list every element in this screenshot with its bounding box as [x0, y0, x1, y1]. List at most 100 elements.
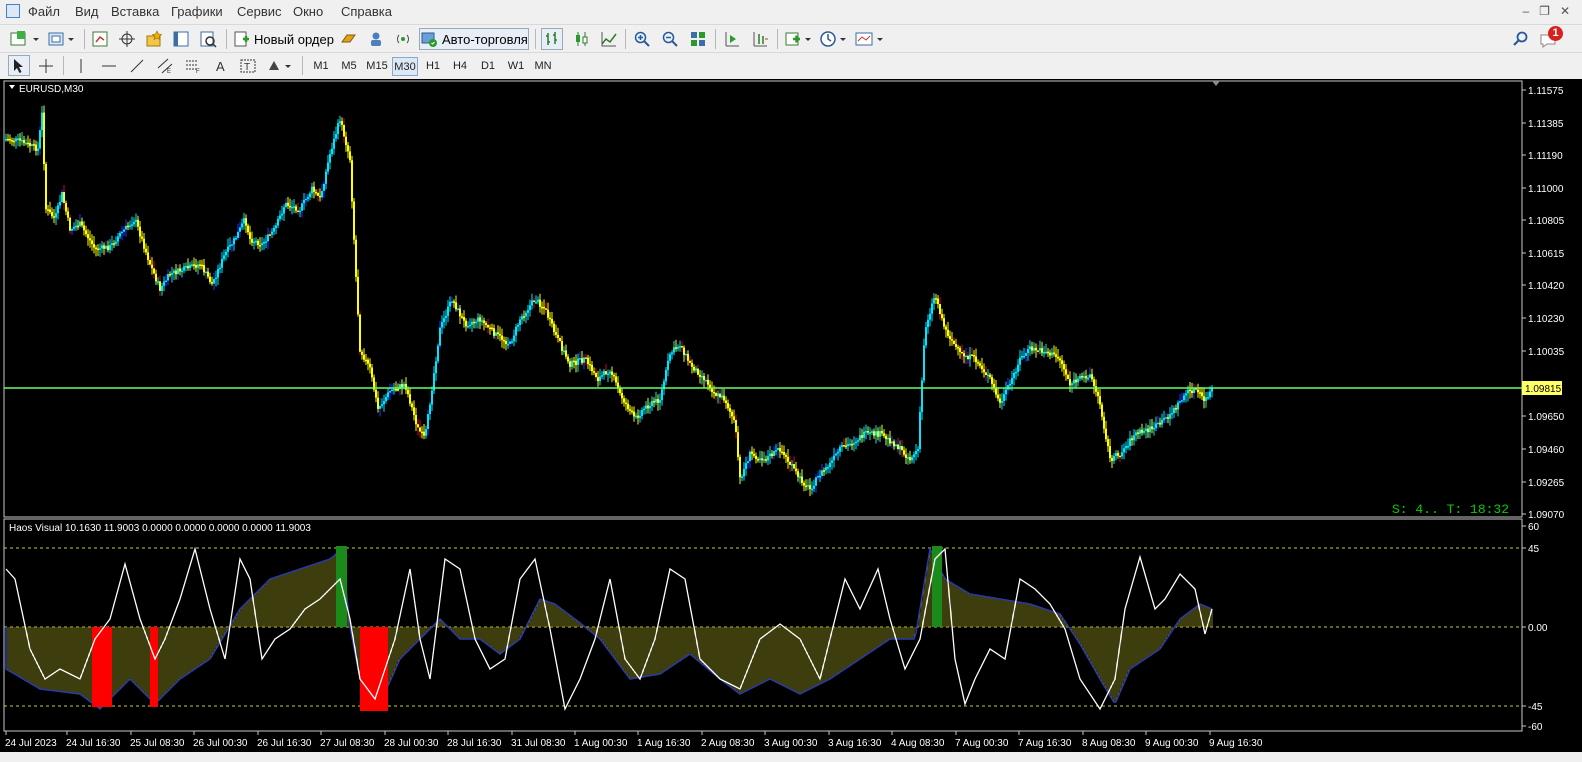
vertical-line-tool[interactable]: [70, 55, 92, 76]
chart-shift-marker[interactable]: [1212, 81, 1220, 86]
timeframe-h4[interactable]: H4: [447, 57, 473, 76]
timeframe-mn[interactable]: MN: [530, 57, 556, 76]
candle-body: [139, 226, 141, 237]
menu-tools[interactable]: Сервис: [237, 4, 282, 19]
line-chart-button[interactable]: [598, 28, 620, 50]
menu-insert[interactable]: Вставка: [111, 4, 159, 19]
timeframe-d1[interactable]: D1: [475, 57, 501, 76]
navigator-button[interactable]: [116, 28, 138, 50]
data-window-button[interactable]: [143, 28, 165, 50]
templates-button[interactable]: [853, 28, 885, 50]
candle-body: [943, 318, 945, 327]
candle-body: [283, 207, 285, 214]
candle-body: [549, 317, 551, 320]
text-tool[interactable]: A: [210, 55, 232, 76]
time-tick-label: 25 Jul 08:30: [130, 738, 185, 749]
candle-body: [453, 301, 455, 303]
candle-body: [147, 252, 149, 260]
candle-body: [1207, 397, 1209, 399]
candle-body: [47, 209, 49, 211]
candle-body: [667, 360, 669, 370]
terminal-button[interactable]: [170, 28, 192, 50]
market-watch-button[interactable]: [89, 28, 111, 50]
time-tick-label: 7 Aug 16:30: [1018, 738, 1072, 749]
candle-body: [321, 190, 323, 198]
candle-body: [175, 270, 177, 275]
candle-body: [935, 298, 937, 300]
indicators-button[interactable]: [783, 28, 813, 50]
collapse-arrow-icon[interactable]: [9, 85, 15, 89]
candle-body: [815, 477, 817, 486]
zoom-out-button[interactable]: [659, 28, 681, 50]
candle-body: [823, 470, 825, 472]
vertical-line-icon: [80, 58, 82, 73]
autotrading-button[interactable]: Авто-торговля: [419, 28, 529, 50]
candle-body: [385, 397, 387, 402]
menu-view[interactable]: Вид: [75, 4, 99, 19]
indicator-tick-label: 0.00: [1528, 623, 1548, 634]
timeframe-m1[interactable]: M1: [308, 57, 334, 76]
text-label-tool[interactable]: T: [237, 55, 259, 76]
strategy-tester-button[interactable]: [197, 28, 219, 50]
gold-button[interactable]: [338, 28, 360, 50]
candle-body: [581, 358, 583, 363]
candle-body: [1033, 347, 1035, 351]
profiles-button[interactable]: [45, 28, 77, 50]
close-icon[interactable]: ✕: [1560, 4, 1570, 18]
timeframe-h1[interactable]: H1: [420, 57, 446, 76]
tile-windows-button[interactable]: [687, 28, 709, 50]
candle-body: [303, 200, 305, 204]
periods-button[interactable]: [818, 28, 848, 50]
notifications-button[interactable]: 1: [1538, 26, 1564, 52]
timeframe-w1[interactable]: W1: [503, 57, 529, 76]
candle-body: [825, 467, 827, 471]
crosshair-tool[interactable]: [35, 55, 57, 76]
candle-body: [1025, 353, 1027, 356]
fibonacci-tool[interactable]: F: [182, 55, 204, 76]
candle-body: [263, 242, 265, 244]
menu-charts[interactable]: Графики: [171, 4, 223, 19]
minimize-icon[interactable]: –: [1522, 4, 1529, 18]
candle-body: [941, 314, 943, 319]
candle-body: [471, 321, 473, 325]
shapes-dropdown[interactable]: [265, 55, 295, 76]
chart-shift-button[interactable]: [749, 28, 771, 50]
candle-body: [441, 322, 443, 328]
chart-window[interactable]: EURUSD,M30 S: 4.. T: 18:32 1.11575 1.1138…: [0, 79, 1582, 752]
zoom-in-button[interactable]: [631, 28, 653, 50]
candle-body: [1029, 346, 1031, 350]
new-chart-button[interactable]: [8, 28, 40, 50]
trendline-tool[interactable]: [126, 55, 148, 76]
time-tick-label: 1 Aug 00:30: [574, 738, 628, 749]
equidistant-channel-tool[interactable]: E: [154, 55, 176, 76]
chart-canvas[interactable]: EURUSD,M30 S: 4.. T: 18:32 1.11575 1.1138…: [0, 79, 1582, 752]
menu-file[interactable]: Файл: [28, 4, 60, 19]
candle-body: [141, 236, 143, 239]
cursor-tool[interactable]: [8, 55, 30, 76]
timeframe-m15[interactable]: M15: [364, 57, 390, 76]
menu-help[interactable]: Справка: [341, 4, 392, 19]
broadcast-button[interactable]: [392, 28, 414, 50]
candle-body: [949, 335, 951, 340]
candle-body: [931, 303, 933, 314]
new-order-button[interactable]: Новый ордер: [232, 28, 334, 50]
restore-icon[interactable]: ❐: [1539, 4, 1550, 18]
timeframe-m5[interactable]: M5: [336, 57, 362, 76]
app-icon[interactable]: [6, 4, 20, 18]
candle-body: [127, 225, 129, 228]
bar-chart-button[interactable]: [541, 28, 563, 50]
autoscroll-button[interactable]: [721, 28, 743, 50]
candlestick-button[interactable]: [570, 28, 592, 50]
signals-button[interactable]: [365, 28, 387, 50]
timeframe-m30[interactable]: M30: [392, 57, 418, 76]
search-button[interactable]: [1510, 28, 1532, 50]
candle-body: [759, 458, 761, 460]
menu-window[interactable]: Окно: [293, 4, 323, 19]
candle-body: [1065, 369, 1067, 375]
candle-body: [427, 414, 429, 430]
terminal-icon: [173, 31, 189, 47]
horizontal-line-tool[interactable]: [98, 55, 120, 76]
candle-body: [323, 183, 325, 191]
price-tick-label: 1.10035: [1528, 347, 1565, 358]
candle-body: [145, 248, 147, 253]
